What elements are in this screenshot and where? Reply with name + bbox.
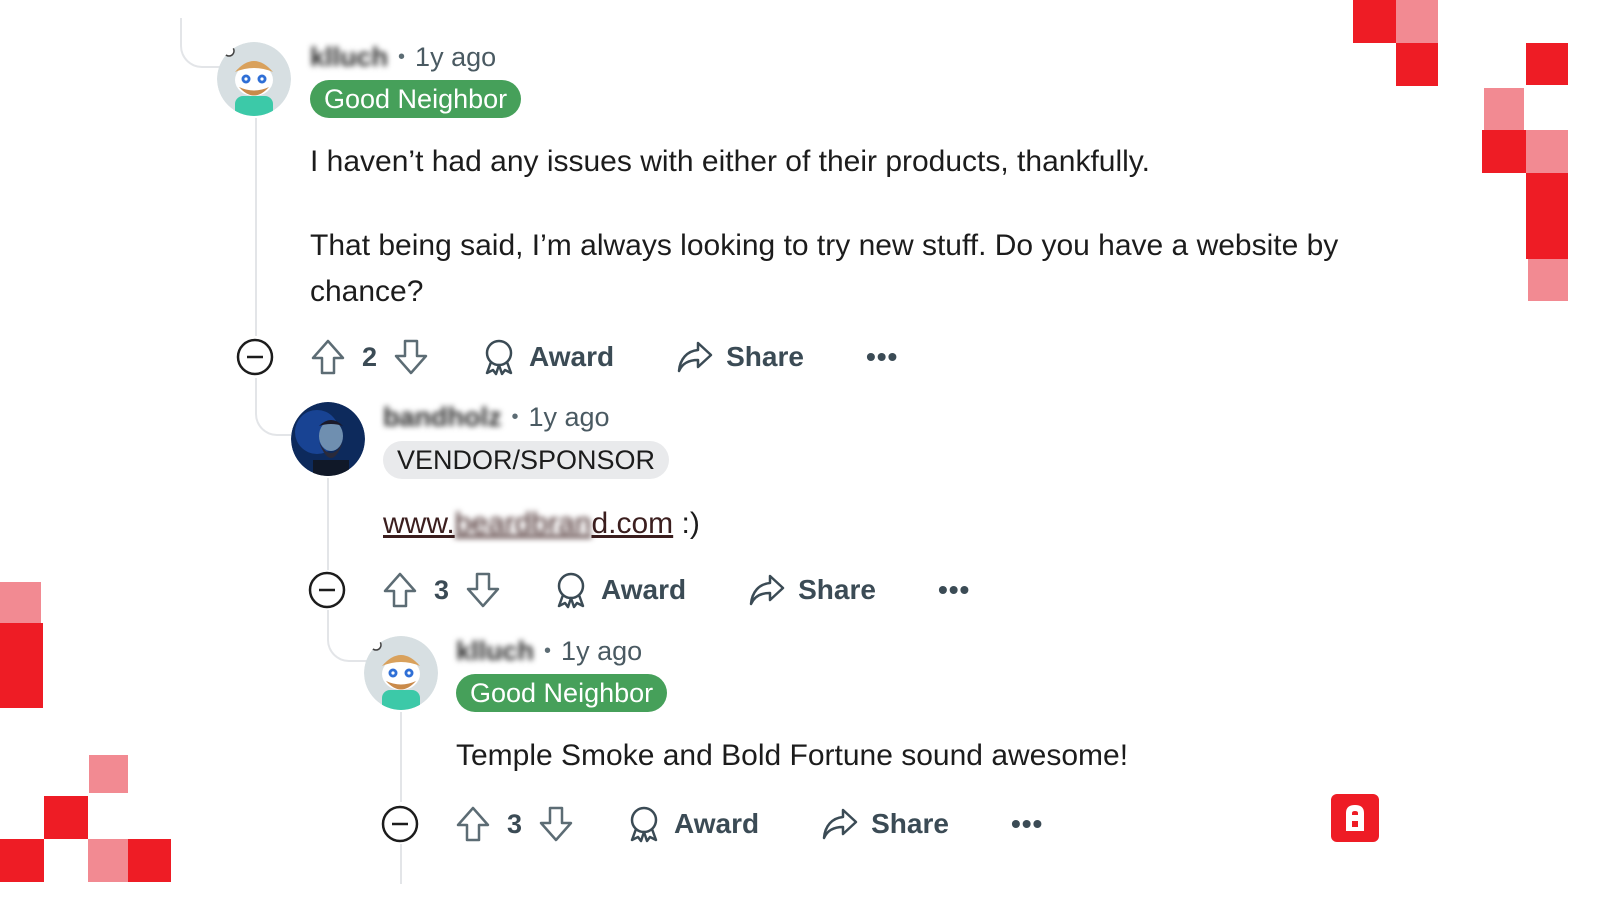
comment-actions: 3 Award Share ••• [381,799,1043,849]
comment-paragraph: Temple Smoke and Bold Fortune sound awes… [456,739,1129,772]
vote-score: 3 [434,574,450,605]
username[interactable]: klluch [310,42,388,73]
award-button[interactable]: Award [626,805,759,843]
thread-line [400,712,402,802]
downvote-icon[interactable] [393,338,429,376]
decor-square [88,839,128,882]
decor-square [89,755,128,793]
downvote-icon[interactable] [465,571,501,609]
comment-body: I haven’t had any issues with either of … [310,139,1390,315]
comment-meta: klluch • 1y ago [310,42,496,73]
comment-actions: 2 Award Share ••• [236,332,898,382]
thread-connector [327,610,367,662]
collapse-icon[interactable] [236,338,274,376]
comment-paragraph: www.beardbrand.com :) [383,501,1283,547]
meta-separator: • [398,46,406,68]
link-text: www. [383,507,455,540]
meta-separator: • [544,640,552,662]
share-label: Share [726,341,804,372]
decor-square [1528,259,1568,301]
comment-text: :) [673,507,700,540]
share-icon [748,572,786,608]
decor-square [0,582,41,623]
vote-score: 2 [362,341,378,372]
award-button[interactable]: Award [481,338,614,376]
comment-body: www.beardbrand.com :) [383,501,1283,547]
more-options-button[interactable]: ••• [866,341,898,373]
decor-square [1396,0,1438,43]
upvote-icon[interactable] [455,805,491,843]
decor-square [1526,173,1568,259]
comment-paragraph: I haven’t had any issues with either of … [310,145,1150,178]
award-icon [553,571,589,609]
comment-meta: klluch • 1y ago [456,636,642,667]
share-button[interactable]: Share [821,806,949,842]
upvote-icon[interactable] [382,571,418,609]
thread-connector [255,378,291,436]
user-flair: VENDOR/SPONSOR [383,441,670,479]
thread-line [327,478,329,570]
award-label: Award [674,808,760,839]
collapse-icon[interactable] [381,805,419,843]
comment-actions: 3 Award Share ••• [308,565,970,615]
timestamp[interactable]: 1y ago [529,402,610,433]
upvote-icon[interactable] [310,338,346,376]
decor-square [0,623,43,708]
timestamp[interactable]: 1y ago [561,636,642,667]
share-icon [821,806,859,842]
user-flair: Good Neighbor [456,674,668,712]
share-button[interactable]: Share [676,339,804,375]
timestamp[interactable]: 1y ago [415,42,496,73]
decor-square [1482,130,1526,173]
link-text: d.com [591,507,674,540]
decor-square [1484,88,1524,130]
vote-score: 3 [507,808,523,839]
award-icon [481,338,517,376]
decor-square [1396,43,1438,86]
decor-square [1526,43,1568,85]
comment-body: Temple Smoke and Bold Fortune sound awes… [456,733,1356,779]
user-flair: Good Neighbor [310,80,522,118]
share-label: Share [871,808,949,839]
decor-square [1353,0,1396,43]
brand-logo-icon [1331,794,1379,842]
comment-paragraph: That being said, I’m always looking to t… [310,229,1339,308]
more-options-button[interactable]: ••• [938,574,970,606]
decor-square [1526,130,1568,173]
thread-line [400,844,402,884]
link-text: beardbran [454,507,592,540]
downvote-icon[interactable] [538,805,574,843]
website-link[interactable]: www.beardbrand.com [383,507,673,540]
decor-square [0,839,44,882]
share-label: Share [798,574,876,605]
thread-line [255,118,257,336]
award-label: Award [601,574,687,605]
comment-meta: bandholz • 1y ago [383,402,610,433]
share-icon [676,339,714,375]
collapse-icon[interactable] [308,571,346,609]
decor-square [128,839,171,882]
more-options-button[interactable]: ••• [1011,808,1043,840]
meta-separator: • [511,406,519,428]
thread-connector [180,18,220,68]
avatar[interactable] [291,402,365,476]
share-button[interactable]: Share [748,572,876,608]
username[interactable]: klluch [456,636,534,667]
award-icon [626,805,662,843]
decor-square [44,796,88,839]
username[interactable]: bandholz [383,402,501,433]
avatar[interactable] [364,636,438,710]
award-label: Award [529,341,615,372]
avatar[interactable] [217,42,291,116]
award-button[interactable]: Award [553,571,686,609]
